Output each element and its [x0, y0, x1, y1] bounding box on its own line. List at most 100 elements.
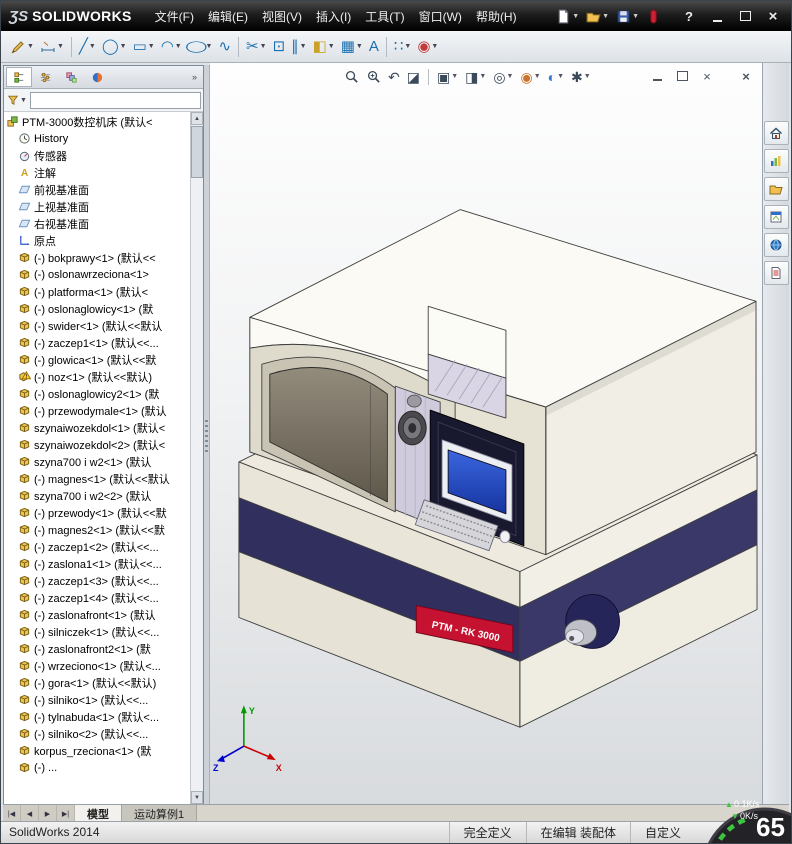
scroll-down-arrow[interactable]: ▼: [191, 791, 203, 804]
tab-configuration-manager[interactable]: [58, 67, 84, 87]
save-document-button[interactable]: ▼: [614, 8, 641, 25]
dropdown-caret-icon[interactable]: ▼: [260, 43, 267, 50]
linear-sketch-pattern-button[interactable]: ▦ ▼: [338, 35, 366, 59]
menu-insert[interactable]: 插入(I): [309, 3, 358, 30]
close-button[interactable]: ×: [763, 7, 783, 25]
custom-properties-button[interactable]: [763, 261, 789, 285]
new-document-button[interactable]: ▼: [554, 8, 581, 25]
minimize-button[interactable]: [707, 7, 727, 25]
tab-display-manager[interactable]: [84, 67, 110, 87]
tree-item[interactable]: (-) magnes2<1> (默认<<默: [4, 521, 190, 538]
dropdown-caret-icon[interactable]: ▼: [57, 43, 64, 50]
view-settings-button[interactable]: ✱ ▼: [569, 69, 593, 85]
edit-appearance-button[interactable]: ◉ ▼: [518, 69, 542, 85]
tree-item[interactable]: (-) zaczep1<2> (默认<<...: [4, 538, 190, 555]
dropdown-caret-icon[interactable]: ▼: [120, 43, 127, 50]
tree-item[interactable]: (-) magnes<1> (默认<<默认: [4, 470, 190, 487]
dropdown-caret-icon[interactable]: ▼: [557, 73, 564, 80]
previous-view-button[interactable]: ↶: [386, 69, 402, 85]
view-palette-button[interactable]: [763, 205, 789, 229]
scroll-up-arrow[interactable]: ▲: [191, 112, 203, 125]
tree-item[interactable]: (-) przewody<1> (默认<<默: [4, 504, 190, 521]
hide-show-items-button[interactable]: ◎ ▼: [491, 69, 515, 85]
rapid-sketch-button[interactable]: ◉ ▼: [414, 35, 441, 59]
mirror-entities-button[interactable]: ◧ ▼: [310, 35, 338, 59]
sketch-button[interactable]: ▼: [7, 35, 37, 59]
tree-item[interactable]: 右视基准面: [4, 215, 190, 232]
dropdown-caret-icon[interactable]: ▼: [328, 43, 335, 50]
tree-item[interactable]: (-) wrzeciono<1> (默认<...: [4, 657, 190, 674]
zoom-area-button[interactable]: [364, 68, 383, 85]
menu-help[interactable]: 帮助(H): [469, 3, 524, 30]
open-document-button[interactable]: ▼: [584, 8, 611, 25]
tree-root-item[interactable]: PTM-3000数控机床 (默认<: [4, 113, 190, 130]
tree-item[interactable]: korpus_rzeciona<1> (默: [4, 742, 190, 759]
tree-item[interactable]: szynaiwozekdol<2> (默认<: [4, 436, 190, 453]
convert-entities-button[interactable]: ⊡: [270, 35, 289, 59]
next-sheet-button[interactable]: ▶: [39, 805, 57, 822]
dropdown-caret-icon[interactable]: ▼: [632, 13, 639, 20]
tree-item[interactable]: (-) silniczek<1> (默认<<...: [4, 623, 190, 640]
tree-item[interactable]: (-) platforma<1> (默认<: [4, 283, 190, 300]
dropdown-caret-icon[interactable]: ▼: [175, 43, 182, 50]
tree-scrollbar[interactable]: ▲ ▼: [190, 112, 203, 804]
dropdown-caret-icon[interactable]: ▼: [404, 43, 411, 50]
menu-view[interactable]: 视图(V): [255, 3, 309, 30]
dropdown-caret-icon[interactable]: ▼: [27, 43, 34, 50]
arc-button[interactable]: ◠ ▼: [158, 35, 185, 59]
tree-item[interactable]: (-) oslonaglowicy<1> (默: [4, 300, 190, 317]
tree-item[interactable]: (-) oslonawrzeciona<1>: [4, 266, 190, 283]
dropdown-caret-icon[interactable]: ▼: [451, 73, 458, 80]
prev-sheet-button[interactable]: ◀: [21, 805, 39, 822]
tree-item[interactable]: (-) zaczep1<4> (默认<<...: [4, 589, 190, 606]
tree-item[interactable]: 传感器: [4, 147, 190, 164]
menu-file[interactable]: 文件(F): [148, 3, 201, 30]
dropdown-caret-icon[interactable]: ▼: [89, 43, 96, 50]
pane-close-button[interactable]: ×: [738, 69, 754, 84]
tree-item[interactable]: 原点: [4, 232, 190, 249]
zoom-fit-button[interactable]: [342, 68, 361, 85]
tree-item[interactable]: (-) zaczep1<1> (默认<<...: [4, 334, 190, 351]
tree-item[interactable]: (-) oslonaglowicy2<1> (默: [4, 385, 190, 402]
tree-item[interactable]: (-) tylnabuda<1> (默认<...: [4, 708, 190, 725]
tab-property-manager[interactable]: [32, 67, 58, 87]
tree-item[interactable]: (-) silniko<2> (默认<<...: [4, 725, 190, 742]
tab-运动算例1[interactable]: 运动算例1: [122, 805, 198, 822]
tree-item[interactable]: (-) noz<1> (默认<<默认): [4, 368, 190, 385]
dropdown-caret-icon[interactable]: ▼: [300, 43, 307, 50]
tab-模型[interactable]: 模型: [75, 805, 122, 822]
machine-handle-knob[interactable]: [564, 594, 620, 649]
spline-button[interactable]: ∿: [215, 35, 234, 59]
tree-item[interactable]: (-) zaslona1<1> (默认<<...: [4, 555, 190, 572]
trim-entities-button[interactable]: ✂ ▼: [243, 35, 270, 59]
tree-item[interactable]: 前视基准面: [4, 181, 190, 198]
doc-minimize-button[interactable]: [649, 69, 665, 83]
dropdown-caret-icon[interactable]: ▼: [507, 73, 514, 80]
appearances-scenes-button[interactable]: [763, 233, 789, 257]
offset-entities-button[interactable]: ∥ ▼: [288, 35, 309, 59]
line-button[interactable]: ╱ ▼: [76, 35, 99, 59]
file-explorer-button[interactable]: [763, 177, 789, 201]
filter-funnel-icon[interactable]: ▼: [6, 94, 28, 106]
cnc-machine-3d-model[interactable]: PTM - RK 3000 Y X Z: [210, 63, 762, 805]
tree-item[interactable]: History: [4, 130, 190, 147]
tree-item[interactable]: (-) silniko<1> (默认<<...: [4, 691, 190, 708]
tree-item[interactable]: (-) gora<1> (默认<<默认): [4, 674, 190, 691]
menu-window[interactable]: 窗口(W): [412, 3, 469, 30]
tree-item[interactable]: (-) bokprawy<1> (默认<<: [4, 249, 190, 266]
help-button[interactable]: ?: [685, 9, 693, 24]
apply-scene-button[interactable]: ◐ ▼: [546, 69, 566, 85]
tree-item[interactable]: A 注解: [4, 164, 190, 181]
doc-restore-button[interactable]: [674, 69, 690, 83]
tree-item[interactable]: (-) zaczep1<3> (默认<<...: [4, 572, 190, 589]
tab-feature-manager[interactable]: [6, 67, 32, 87]
smart-dimension-button[interactable]: ▼: [37, 35, 67, 59]
menu-edit[interactable]: 编辑(E): [201, 3, 255, 30]
dropdown-caret-icon[interactable]: ▼: [356, 43, 363, 50]
panel-splitter[interactable]: [204, 65, 210, 805]
dropdown-caret-icon[interactable]: ▼: [602, 13, 609, 20]
dropdown-caret-icon[interactable]: ▼: [431, 43, 438, 50]
display-style-button[interactable]: ◨ ▼: [463, 69, 488, 85]
tree-filter-input[interactable]: [29, 91, 201, 109]
ellipse-button[interactable]: ◯ ▼: [185, 35, 216, 59]
